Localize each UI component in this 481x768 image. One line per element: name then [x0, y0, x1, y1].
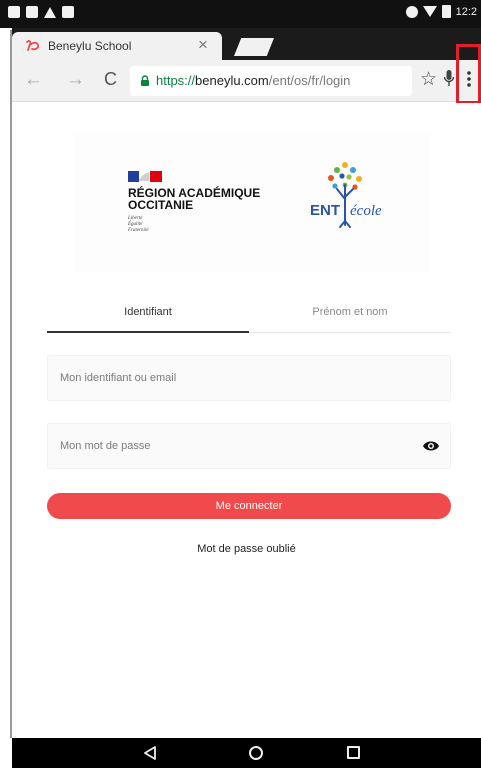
tab-identifiant[interactable]: Identifiant — [47, 303, 249, 333]
nav-recents-icon[interactable] — [347, 746, 360, 759]
do-not-disturb-icon — [405, 5, 418, 18]
battery-icon — [441, 5, 451, 18]
ent-wordmark: ENT — [310, 202, 340, 219]
tab-title: Beneylu School — [48, 39, 132, 53]
login-button[interactable]: Me connecter — [47, 493, 451, 519]
region-academique-title: RÉGION ACADÉMIQUE OCCITANIE — [128, 186, 261, 212]
new-tab-button[interactable] — [234, 38, 274, 56]
login-mode-tabs: Identifiant Prénom et nom — [47, 303, 451, 333]
clock: 12:2 — [455, 5, 477, 18]
reload-icon[interactable]: C — [104, 69, 117, 90]
login-page: RÉGION ACADÉMIQUE OCCITANIE Liberté Égal… — [12, 103, 481, 738]
nav-home-icon[interactable] — [249, 746, 263, 760]
motto-fraternite: Fraternité — [128, 228, 149, 233]
show-password-eye-icon[interactable] — [422, 439, 440, 453]
forgot-password-link[interactable]: Mot de passe oublié — [12, 543, 481, 555]
url-host: beneylu.com — [195, 73, 269, 88]
notification-icon — [8, 6, 20, 18]
tab-prenom-et-nom[interactable]: Prénom et nom — [249, 303, 451, 333]
notification-icon — [26, 6, 38, 18]
alert-icon — [44, 6, 56, 18]
logo-banner: RÉGION ACADÉMIQUE OCCITANIE Liberté Égal… — [74, 133, 430, 273]
menu-highlight-box — [456, 44, 481, 104]
notification-icon — [62, 6, 74, 18]
password-placeholder: Mon mot de passe — [60, 440, 151, 452]
republic-motto: Liberté Égalité Fraternité — [128, 216, 149, 234]
device-screen: 12:2 Beneylu School × ← → C https://bene… — [0, 0, 481, 768]
system-icons: 12:2 — [405, 5, 477, 18]
nav-back-icon[interactable] — [144, 746, 156, 760]
identifiant-input[interactable]: Mon identifiant ou email — [47, 355, 451, 401]
identifiant-placeholder: Mon identifiant ou email — [60, 372, 177, 384]
back-arrow-icon[interactable]: ← — [24, 69, 43, 91]
marianne-flag-logo — [128, 171, 162, 182]
beneylu-favicon-icon — [26, 40, 40, 51]
browser-tab[interactable]: Beneylu School × — [12, 32, 222, 60]
url-path: /ent/os/fr/login — [268, 73, 351, 88]
address-bar[interactable]: https://beneylu.com/ent/os/fr/login — [130, 66, 412, 96]
password-input[interactable]: Mon mot de passe — [47, 423, 451, 469]
status-bar: 12:2 — [0, 0, 481, 28]
close-tab-icon[interactable]: × — [198, 35, 208, 55]
browser-tab-strip: Beneylu School × — [12, 28, 481, 60]
microphone-icon[interactable] — [444, 70, 454, 88]
android-navigation-bar — [12, 738, 481, 768]
browser-toolbar: ← → C https://beneylu.com/ent/os/fr/logi… — [12, 60, 481, 102]
notification-icons — [8, 6, 74, 18]
url-text: https://beneylu.com/ent/os/fr/login — [156, 73, 350, 88]
lock-icon — [141, 75, 149, 86]
wifi-icon — [422, 6, 437, 17]
forward-arrow-icon[interactable]: → — [66, 69, 85, 91]
ecole-wordmark: école — [350, 203, 382, 219]
url-scheme: https:// — [156, 73, 196, 88]
bookmark-star-icon[interactable]: ☆ — [420, 68, 437, 91]
